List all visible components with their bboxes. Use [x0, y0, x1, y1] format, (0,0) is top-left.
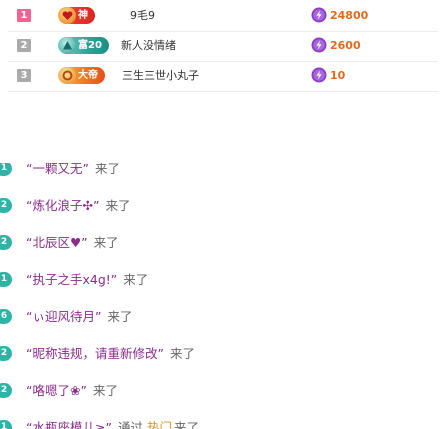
fan-level-badge: 2: [0, 235, 12, 250]
hot-link[interactable]: 热门: [147, 420, 172, 429]
entry-suffix: 来了: [169, 346, 195, 361]
score-value: 2600: [330, 39, 361, 52]
user-nickname[interactable]: “北辰区♥”: [26, 235, 88, 250]
fan-level-badge: 2: [0, 383, 12, 398]
ring-orb-icon: [59, 67, 76, 84]
rank-badge: 1: [17, 9, 31, 22]
purple-coin-icon: [311, 7, 327, 23]
noble-badge: 神: [58, 7, 95, 24]
entry-suffix: 来了: [173, 420, 199, 429]
entry-message: 2 “北辰区♥” 来了: [0, 232, 445, 254]
score-value: 10: [330, 69, 346, 82]
entry-message: 1 “水瓶座模儿≥” 通过 热门 来了: [0, 417, 445, 429]
user-nickname[interactable]: “执子之手x4g!”: [26, 272, 117, 287]
triangle-orb-icon: [59, 37, 76, 54]
fan-level-badge: 1: [0, 163, 12, 176]
score-value: 24800: [330, 9, 369, 22]
leaderboard-row[interactable]: 3 大帝 三生三世小丸子 10: [8, 61, 438, 92]
user-nickname[interactable]: “昵称违规，请重新修改”: [26, 346, 164, 361]
leaderboard-row[interactable]: 1 神 9毛9 24800: [8, 1, 438, 32]
purple-coin-icon: [311, 67, 327, 83]
entry-message: 2 “咯嗯了❀” 来了: [0, 380, 445, 402]
entry-suffix: 来了: [94, 163, 120, 176]
fan-level-badge: 2: [0, 198, 12, 213]
entry-suffix: 来了: [107, 309, 133, 324]
entry-message: 2 “昵称违规，请重新修改” 来了: [0, 343, 445, 365]
rank-badge: 3: [17, 69, 31, 82]
fan-level-badge: 1: [0, 272, 12, 287]
entry-suffix: 来了: [123, 272, 149, 287]
entry-message: 2 “炼化浪子✣” 来了: [0, 195, 445, 217]
entry-suffix: 来了: [92, 383, 118, 398]
heart-orb-icon: [59, 7, 76, 24]
fan-level-badge: 2: [0, 346, 12, 361]
entry-message: 1 “执子之手x4g!” 来了: [0, 269, 445, 291]
user-nickname[interactable]: “一颗又无”: [26, 163, 89, 176]
user-name[interactable]: 新人没情绪: [121, 37, 176, 54]
rank-badge: 2: [17, 39, 31, 52]
purple-coin-icon: [311, 37, 327, 53]
leaderboard: 1 神 9毛9 24800 2 富20 新人没情绪 2600 3 大帝 三生三世…: [0, 0, 445, 94]
user-name[interactable]: 三生三世小丸子: [122, 67, 199, 84]
user-name[interactable]: 9毛9: [130, 7, 155, 24]
user-nickname[interactable]: “咯嗯了❀”: [26, 383, 87, 398]
noble-badge-label: 神: [78, 10, 88, 21]
user-nickname[interactable]: “ぃ迎风待月”: [26, 309, 101, 324]
fan-level-badge: 1: [0, 420, 12, 429]
emperor-badge-label: 大帝: [78, 70, 98, 81]
chat-feed[interactable]: 1 “一颗又无” 来了 2 “炼化浪子✣” 来了 2 “北辰区♥” 来了 1 “执子之…: [0, 163, 445, 429]
entry-suffix: 通过: [117, 420, 143, 429]
emperor-badge: 大帝: [58, 67, 105, 84]
user-nickname[interactable]: “炼化浪子✣”: [26, 198, 99, 213]
user-nickname[interactable]: “水瓶座模儿≥”: [26, 420, 112, 429]
entry-suffix: 来了: [105, 198, 131, 213]
entry-suffix: 来了: [93, 235, 119, 250]
entry-message: 1 “一颗又无” 来了: [0, 163, 445, 180]
entry-message: 6 “ぃ迎风待月” 来了: [0, 306, 445, 328]
wealth-badge-label: 富20: [78, 40, 102, 51]
fan-level-badge: 6: [0, 309, 12, 324]
wealth-badge: 富20: [58, 37, 109, 54]
leaderboard-row[interactable]: 2 富20 新人没情绪 2600: [8, 31, 438, 62]
